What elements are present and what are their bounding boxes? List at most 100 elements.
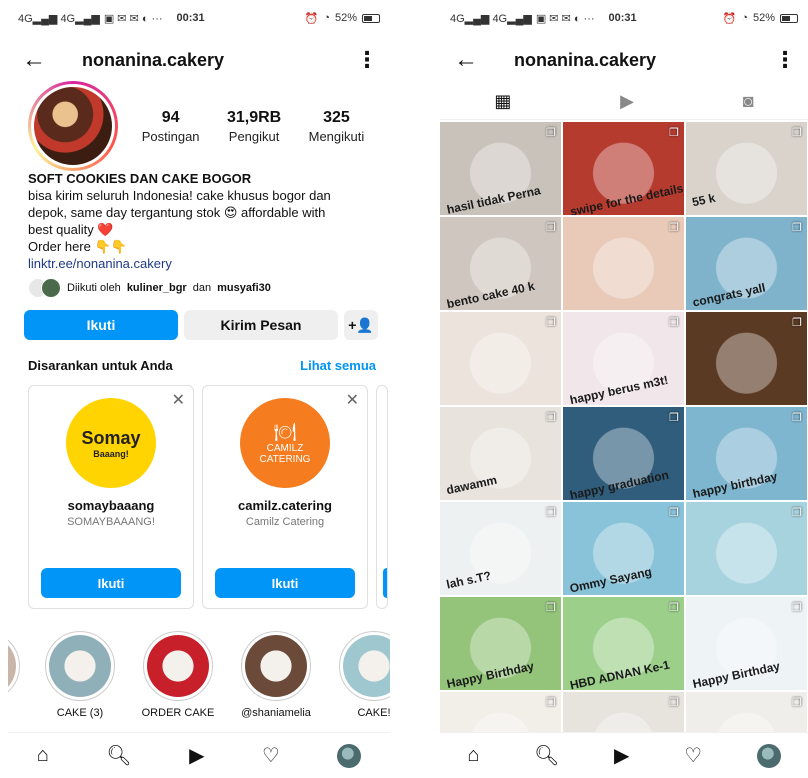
- post-thumbnail[interactable]: ❐ congrats yall: [686, 217, 807, 310]
- post-thumbnail[interactable]: ❐: [440, 312, 561, 405]
- stat-following[interactable]: 325 Mengikuti: [309, 109, 365, 144]
- profile-avatar-icon[interactable]: [756, 743, 781, 768]
- multi-post-icon: ❐: [546, 602, 556, 614]
- reels-icon[interactable]: ▶: [614, 743, 629, 768]
- post-thumbnail[interactable]: ❐ Ommy Sayang: [563, 502, 684, 595]
- post-thumbnail[interactable]: ❐: [686, 502, 807, 595]
- signal-icon: 4G▂▄▆ 4G▂▄▆: [450, 12, 532, 25]
- heart-icon[interactable]: ♡: [684, 743, 702, 768]
- notification-icons: ▣ ✉ ✉ ◐ ···: [535, 12, 595, 25]
- highlight-cover: [147, 635, 209, 697]
- stat-followers[interactable]: 31,9RB Pengikut: [227, 109, 281, 144]
- profile-avatar-icon[interactable]: [337, 743, 362, 768]
- search-icon[interactable]: 🔍︎: [106, 743, 131, 768]
- close-icon[interactable]: ✕: [346, 390, 359, 410]
- followers-count: 31,9RB: [226, 108, 282, 126]
- highlight-item[interactable]: CAKE (3): [40, 631, 120, 719]
- post-thumbnail[interactable]: ❐ swipe for the details: [563, 122, 684, 215]
- status-bar: 4G▂▄▆ 4G▂▄▆ ▣ ✉ ✉ ◐ ··· 00:31 ⏰ ◔ 52%: [8, 0, 390, 36]
- highlight-label: ORDER CAKE: [141, 707, 215, 719]
- follow-button[interactable]: Ikuti: [24, 310, 178, 340]
- more-options-icon[interactable]: ⋮: [774, 47, 796, 73]
- followed-user: kuliner_bgr: [126, 282, 187, 294]
- followed-and: dan: [192, 282, 212, 294]
- suggestion-card[interactable]: ✕ 🍽 CAMILZ CATERING camilz.catering Cami…: [202, 385, 368, 609]
- wifi-icon: ◔: [741, 12, 748, 24]
- logo-subtext: CATERING: [259, 453, 311, 465]
- multi-post-icon: ❐: [546, 507, 556, 519]
- post-thumbnail[interactable]: ❐ Happy Birthday: [686, 597, 807, 690]
- suggestions-header: Disarankan untuk Anda Lihat semua: [8, 340, 390, 373]
- tagged-tab-icon[interactable]: ◙: [743, 91, 754, 112]
- post-text: dawamm: [445, 472, 499, 498]
- grid-tab-icon[interactable]: ▦: [494, 91, 511, 112]
- multi-post-icon: ❐: [792, 127, 802, 139]
- add-person-icon[interactable]: +👤: [344, 310, 378, 340]
- followed-by[interactable]: Diikuti oleh kuliner_bgr dan musyafi30: [8, 272, 390, 304]
- signal-icon: 4G▂▄▆ 4G▂▄▆: [18, 12, 100, 25]
- more-options-icon[interactable]: ⋮: [356, 47, 378, 73]
- battery-icon: [362, 13, 380, 23]
- post-text: happy birthday: [691, 469, 779, 500]
- message-button[interactable]: Kirim Pesan: [184, 310, 338, 340]
- highlight-partial[interactable]: [8, 631, 22, 719]
- bio-line: Order here 👇👇: [28, 239, 127, 254]
- home-icon[interactable]: ⌂: [467, 744, 479, 767]
- post-thumbnail[interactable]: ❐ happy graduation: [563, 407, 684, 500]
- multi-post-icon: ❐: [792, 697, 802, 709]
- post-thumbnail[interactable]: ❐ happy berus m3t!: [563, 312, 684, 405]
- profile-username: nonanina.cakery: [514, 49, 657, 70]
- see-all-link[interactable]: Lihat semua: [300, 358, 376, 373]
- posts-label: Postingan: [141, 128, 200, 144]
- post-text: congrats yall: [691, 280, 767, 310]
- profile-stats: 94 Postingan 31,9RB Pengikut 325 Mengiku…: [128, 109, 378, 144]
- highlight-item[interactable]: ORDER CAKE: [138, 631, 218, 719]
- profile-display-name: SOFT COOKIES DAN CAKE BOGOR: [28, 171, 252, 186]
- post-thumbnail[interactable]: ❐ lah s.T?: [440, 502, 561, 595]
- reels-icon[interactable]: ▶: [189, 743, 204, 768]
- highlight-label: CAKE!: [357, 707, 390, 719]
- post-text: Ommy Sayang: [568, 564, 653, 595]
- multi-post-icon: ❐: [669, 507, 679, 519]
- home-icon[interactable]: ⌂: [37, 744, 49, 767]
- bio-link[interactable]: linktr.ee/nonanina.cakery: [28, 255, 378, 272]
- profile-avatar[interactable]: [28, 81, 118, 171]
- back-arrow-icon[interactable]: ←: [454, 46, 514, 74]
- reels-tab-icon[interactable]: ▶: [620, 91, 634, 112]
- logo-text: CAMILZ: [266, 442, 304, 454]
- multi-post-icon: ❐: [669, 222, 679, 234]
- post-text: hasil tidak Perna: [445, 183, 542, 215]
- post-thumbnail[interactable]: ❐ Happy Birthday: [440, 597, 561, 690]
- suggestion-card-partial[interactable]: [376, 385, 388, 609]
- suggestion-logo: Somay Baaang!: [66, 398, 156, 488]
- close-icon[interactable]: ✕: [172, 390, 185, 410]
- highlight-item[interactable]: CAKE!: [334, 631, 390, 719]
- suggestion-follow-button[interactable]: Ikuti: [215, 568, 355, 598]
- suggestion-follow-button[interactable]: Ikuti: [41, 568, 181, 598]
- post-thumbnail[interactable]: ❐ HBD ADNAN Ke-1: [563, 597, 684, 690]
- suggestion-card[interactable]: ✕ Somay Baaang! somaybaaang SOMAYBAAANG!…: [28, 385, 194, 609]
- stat-posts[interactable]: 94 Postingan: [142, 109, 200, 144]
- post-thumbnail[interactable]: ❐ dawamm: [440, 407, 561, 500]
- post-thumbnail[interactable]: ❐ happy birthday: [686, 407, 807, 500]
- multi-post-icon: ❐: [669, 127, 679, 139]
- multi-post-icon: ❐: [546, 222, 556, 234]
- post-thumbnail[interactable]: ❐: [686, 312, 807, 405]
- suggestion-username: somaybaaang: [67, 498, 155, 513]
- post-thumbnail[interactable]: ❐ 55 k: [686, 122, 807, 215]
- post-thumbnail[interactable]: ❐ hasil tidak Perna: [440, 122, 561, 215]
- heart-icon[interactable]: ♡: [262, 743, 280, 768]
- followed-user: musyafi30: [217, 282, 271, 294]
- post-thumbnail[interactable]: ❐ bento cake 40 k: [440, 217, 561, 310]
- multi-post-icon: ❐: [792, 507, 802, 519]
- highlight-cover: [49, 635, 111, 697]
- back-arrow-icon[interactable]: ←: [22, 46, 82, 74]
- suggestions-carousel[interactable]: ✕ Somay Baaang! somaybaaang SOMAYBAAANG!…: [8, 373, 390, 609]
- profile-bio: SOFT COOKIES DAN CAKE BOGOR bisa kirim s…: [8, 170, 390, 272]
- highlight-item[interactable]: @shaniamelia: [236, 631, 316, 719]
- search-icon[interactable]: 🔍︎: [534, 743, 559, 768]
- logo-text: Somay: [81, 427, 141, 448]
- multi-post-icon: ❐: [546, 412, 556, 424]
- post-thumbnail[interactable]: ❐: [563, 217, 684, 310]
- post-text: bento cake 40 k: [445, 278, 536, 310]
